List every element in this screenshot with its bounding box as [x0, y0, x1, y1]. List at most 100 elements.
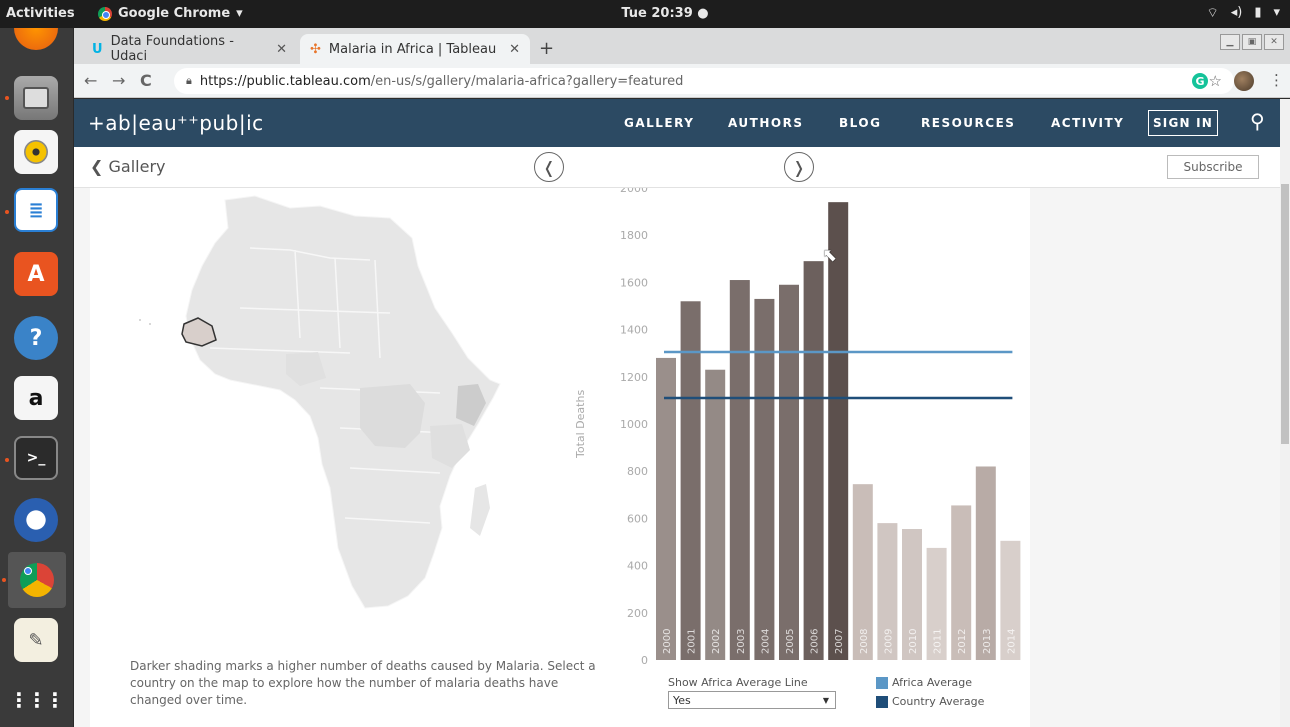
clock[interactable]: Tue 20:39 ● — [600, 6, 730, 21]
reload-icon[interactable]: C — [140, 71, 152, 90]
forward-arrow-icon[interactable]: → — [112, 71, 125, 90]
bar-2001[interactable] — [680, 301, 701, 660]
x-tick-label: 2009 — [883, 629, 894, 654]
y-tick-label: 1200 — [620, 371, 648, 384]
terminal-icon[interactable]: >_ — [14, 436, 58, 480]
y-tick-label: 600 — [627, 512, 648, 525]
tab-malaria-africa[interactable]: ✣ Malaria in Africa | Tableau ✕ — [300, 34, 530, 64]
x-tick-label: 2010 — [908, 629, 919, 654]
bar-2000[interactable] — [656, 357, 676, 660]
x-tick-label: 2014 — [1006, 629, 1017, 654]
region-madagascar[interactable] — [470, 484, 490, 536]
firefox-icon[interactable] — [14, 28, 58, 50]
y-tick-label: 2000 — [620, 188, 648, 195]
files-icon[interactable] — [14, 76, 58, 120]
url-field[interactable]: 🔒︎ https://public.tableau.com/en-us/s/ga… — [174, 68, 1234, 94]
y-axis-title: Total Deaths — [574, 389, 587, 458]
close-tab-icon[interactable]: ✕ — [276, 42, 287, 57]
tab-data-foundations[interactable]: U Data Foundations - Udaci ✕ — [82, 34, 297, 64]
tab-bar: U Data Foundations - Udaci ✕ ✣ Malaria i… — [74, 28, 1290, 64]
viz-panel: Darker shading marks a higher number of … — [90, 188, 1030, 727]
chrome-menu-icon[interactable]: ⋮ — [1269, 71, 1284, 89]
rhythmbox-icon[interactable] — [14, 130, 58, 174]
minimize-button[interactable]: ▁ — [1220, 34, 1240, 50]
activities-button[interactable]: Activities — [6, 6, 75, 21]
grammarly-extension-icon[interactable]: G — [1192, 73, 1208, 89]
legend-africa-average[interactable]: Africa Average — [876, 676, 972, 689]
sign-in-button[interactable]: SIGN IN — [1148, 110, 1218, 136]
y-tick-label: 200 — [627, 607, 648, 620]
x-tick-label: 2004 — [760, 629, 771, 654]
bar-2006[interactable] — [803, 261, 824, 660]
avg-line-select[interactable]: Yes ▼ — [668, 691, 836, 709]
cape-verde-island[interactable] — [149, 323, 151, 325]
app-menu[interactable]: Google Chrome ▾ — [98, 6, 243, 21]
legend-country-average[interactable]: Country Average — [876, 695, 984, 708]
subscribe-button[interactable]: Subscribe — [1167, 155, 1259, 179]
nav-resources[interactable]: RESOURCES — [921, 116, 1015, 130]
tableau-icon: ✣ — [310, 41, 321, 57]
nav-authors[interactable]: AUTHORS — [728, 116, 803, 130]
tableau-public-logo[interactable]: +ab|eau⁺⁺pub|ic — [88, 111, 264, 135]
gallery-back-link[interactable]: ❮ Gallery — [90, 157, 165, 176]
caret-down-icon: ▾ — [1273, 5, 1280, 20]
x-tick-label: 2007 — [834, 629, 845, 654]
x-tick-label: 2003 — [736, 629, 747, 654]
volume-icon: ◂) — [1230, 5, 1243, 20]
window-controls: ▁ ▣ ✕ — [1220, 34, 1284, 50]
writer-icon[interactable]: ≣ — [14, 188, 58, 232]
avg-line-select-value: Yes — [673, 693, 691, 707]
next-viz-button[interactable]: ❭ — [784, 152, 814, 182]
thunderbird-icon[interactable] — [14, 498, 58, 542]
show-apps-icon[interactable]: ⋮⋮⋮ — [9, 678, 65, 722]
y-tick-label: 0 — [641, 654, 648, 667]
cape-verde-island[interactable] — [139, 319, 141, 321]
amazon-icon[interactable]: a — [14, 376, 58, 420]
back-arrow-icon[interactable]: ← — [84, 71, 97, 90]
y-tick-label: 1400 — [620, 324, 648, 337]
close-window-button[interactable]: ✕ — [1264, 34, 1284, 50]
text-editor-icon[interactable]: ✎ — [14, 618, 58, 662]
address-bar: ← → C 🔒︎ https://public.tableau.com/en-u… — [74, 64, 1290, 98]
url-path: /en-us/s/gallery/malaria-africa?gallery=… — [370, 73, 684, 89]
caret-down-icon: ▾ — [236, 6, 243, 21]
close-tab-icon[interactable]: ✕ — [509, 42, 520, 57]
legend-swatch — [876, 695, 888, 708]
bar-2002[interactable] — [705, 369, 726, 660]
help-icon[interactable]: ? — [14, 316, 58, 360]
page-scrollbar[interactable] — [1280, 99, 1290, 727]
dock: ≣ A ? a >_ ✎ ⋮⋮⋮ — [0, 28, 74, 727]
new-tab-button[interactable]: + — [539, 38, 554, 59]
bar-2007[interactable] — [828, 202, 849, 660]
software-center-icon[interactable]: A — [14, 252, 58, 296]
chrome-dock-item[interactable] — [8, 552, 66, 608]
viz-caption: Darker shading marks a higher number of … — [130, 659, 596, 707]
running-indicator — [5, 458, 9, 462]
scrollbar-thumb[interactable] — [1281, 184, 1289, 444]
legend-swatch — [876, 676, 888, 689]
search-icon[interactable]: ⚲ — [1250, 109, 1265, 133]
x-tick-label: 2008 — [859, 629, 870, 654]
running-indicator — [5, 210, 9, 214]
africa-landmass[interactable] — [185, 195, 501, 609]
nav-gallery[interactable]: GALLERY — [624, 116, 694, 130]
bar-2005[interactable] — [779, 284, 799, 660]
bookmark-star-icon[interactable]: ☆ — [1209, 72, 1222, 90]
running-indicator — [5, 96, 9, 100]
deaths-bar-chart[interactable]: 0 200 400 600 800 1000 1200 1400 1600 1800 2000 200… — [590, 188, 1030, 674]
africa-map[interactable] — [90, 188, 560, 638]
x-tick-label: 2013 — [982, 629, 993, 654]
system-tray[interactable]: ⌔ ◂) ▮ ▾ — [1206, 5, 1280, 21]
nav-activity[interactable]: ACTIVITY — [1051, 116, 1124, 130]
tab-title: Data Foundations - Udaci — [110, 34, 234, 64]
x-tick-label: 2006 — [810, 629, 821, 654]
tableau-header: +ab|eau⁺⁺pub|ic GALLERY AUTHORS BLOG RES… — [74, 99, 1280, 147]
tab-title: Malaria in Africa | Tableau — [328, 41, 497, 57]
profile-avatar[interactable] — [1234, 71, 1254, 91]
bar-2003[interactable] — [729, 280, 750, 660]
maximize-button[interactable]: ▣ — [1242, 34, 1262, 50]
nav-blog[interactable]: BLOG — [839, 116, 881, 130]
lock-icon: 🔒︎ — [186, 74, 192, 87]
legend-label: Country Average — [892, 695, 985, 708]
previous-viz-button[interactable]: ❬ — [534, 152, 564, 182]
